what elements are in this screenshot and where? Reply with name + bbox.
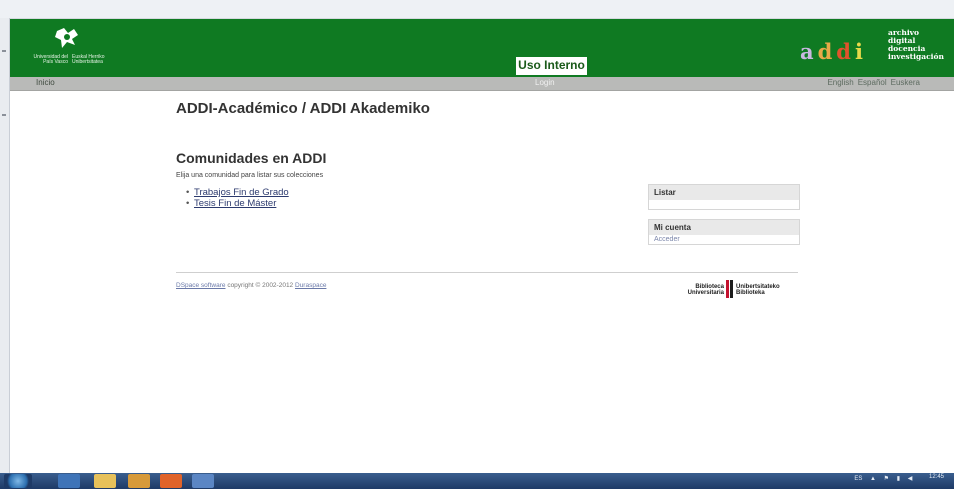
addi-logo[interactable]: addi archivo digital docencia investigac… — [800, 25, 950, 71]
community-list: • Trabajos Fin de Grado • Tesis Fin de Más… — [186, 187, 289, 209]
list-item: • Trabajos Fin de Grado — [186, 187, 289, 198]
addi-logo-words: archivo digital docencia investigación — [888, 29, 944, 61]
edge-tick — [2, 50, 6, 52]
library-logo-line: Universitaria — [687, 290, 724, 296]
language-english-link[interactable]: English — [827, 78, 853, 87]
upv-logo-text-eu: Euskal Herriko Unibertsitatea — [72, 54, 105, 65]
edge-tick — [2, 114, 6, 116]
site-header: Universidad del País Vasco Euskal Herrik… — [10, 19, 954, 77]
windows-taskbar: ES ▲ ⚑ ▮ ◀ 12:45 — [0, 473, 954, 489]
network-icon[interactable]: ▮ — [897, 476, 900, 482]
account-box: Mi cuenta Acceder — [648, 219, 800, 245]
window-left-edge — [0, 18, 10, 473]
page-title: ADDI-Académico / ADDI Akademiko — [176, 100, 430, 117]
language-spanish-link[interactable]: Español — [858, 78, 887, 87]
upv-logo[interactable]: Universidad del País Vasco Euskal Herrik… — [28, 27, 138, 67]
library-logo-text-es: Biblioteca Universitaria — [676, 284, 724, 296]
system-tray: ES ▲ ⚑ ▮ ◀ — [848, 475, 942, 482]
browse-box-title: Listar — [649, 185, 799, 200]
upv-logo-text-es: Universidad del País Vasco — [33, 54, 68, 65]
library-logo-line: Biblioteka — [736, 290, 765, 296]
language-switcher: English Español Euskera — [823, 78, 920, 87]
communities-heading: Comunidades en ADDI — [176, 150, 327, 166]
addi-logo-letters: addi — [800, 39, 867, 64]
footer-divider — [176, 272, 798, 273]
list-item: • Tesis Fin de Máster — [186, 198, 289, 209]
library-logo[interactable]: Biblioteca Universitaria Unibertsitateko… — [676, 280, 798, 300]
addi-word: investigación — [888, 52, 944, 61]
addi-letter: d — [836, 39, 855, 64]
flag-icon[interactable]: ⚑ — [884, 476, 889, 482]
nav-home-link[interactable]: Inicio — [36, 78, 55, 87]
addi-letter: d — [817, 39, 837, 64]
browser-top-edge — [0, 0, 954, 19]
clock[interactable]: 12:45 — [929, 474, 944, 480]
media-player-icon[interactable] — [128, 474, 150, 488]
browse-box: Listar — [648, 184, 800, 210]
library-logo-text-eu: Unibertsitateko Biblioteka — [736, 284, 798, 296]
community-link-tesis-fin-de-master[interactable]: Tesis Fin de Máster — [194, 198, 276, 209]
start-button[interactable] — [4, 474, 32, 488]
nav-login-link[interactable]: Login — [535, 78, 555, 87]
internet-explorer-icon[interactable] — [58, 474, 80, 488]
addi-letter: a — [800, 39, 818, 64]
document-viewer-icon[interactable] — [192, 474, 214, 488]
tray-arrow-icon[interactable]: ▲ — [870, 476, 876, 482]
volume-icon[interactable]: ◀ — [908, 476, 913, 482]
library-emblem-icon — [726, 280, 733, 298]
login-link[interactable]: Acceder — [649, 235, 799, 244]
community-link-trabajos-fin-de-grado[interactable]: Trabajos Fin de Grado — [194, 187, 289, 198]
nav-bar: Inicio Login English Español Euskera — [10, 77, 954, 91]
internal-use-label: Uso Interno — [518, 58, 585, 72]
addi-letter: i — [854, 39, 867, 64]
account-box-title: Mi cuenta — [649, 220, 799, 235]
duraspace-link[interactable]: Duraspace — [295, 282, 326, 289]
bullet-icon: • — [186, 198, 190, 209]
internal-use-banner: Uso Interno — [515, 56, 588, 76]
firefox-icon[interactable] — [160, 474, 182, 488]
communities-instruction: Elija una comunidad para listar sus cole… — [176, 172, 324, 179]
file-explorer-icon[interactable] — [94, 474, 116, 488]
bullet-icon: • — [186, 187, 190, 198]
footer-credits: DSpace software copyright © 2002-2012 Du… — [176, 282, 326, 289]
language-indicator[interactable]: ES — [854, 476, 862, 482]
language-basque-link[interactable]: Euskera — [891, 78, 920, 87]
upv-emblem-icon — [55, 28, 78, 48]
dspace-link[interactable]: DSpace software — [176, 282, 226, 289]
copyright-text: copyright © 2002-2012 — [227, 282, 294, 289]
browse-box-body — [649, 200, 799, 209]
